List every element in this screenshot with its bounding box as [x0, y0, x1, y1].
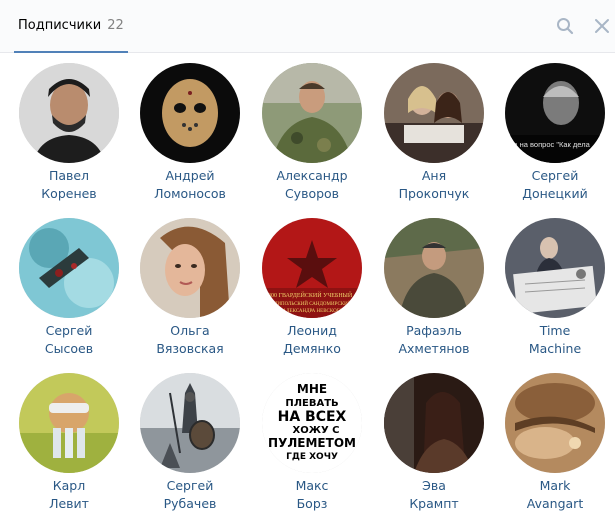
- poster-line4: ХОЖУ С: [293, 425, 340, 436]
- subscriber-first-name: Макс: [295, 478, 329, 493]
- subscriber-last-name: Донецкий: [522, 186, 588, 201]
- subscriber-last-name: Avangart: [526, 496, 584, 511]
- subscriber-last-name: Вязовская: [156, 341, 224, 356]
- avatar[interactable]: [505, 373, 605, 473]
- avatar[interactable]: МНЕ ПЛЕВАТЬ НА ВСЕХ ХОЖУ С ПУЛЕМЕТОМ ГДЕ…: [262, 373, 362, 473]
- subscriber-card[interactable]: да на вопрос "Как дела Сергей Донецкий: [495, 53, 615, 213]
- subscriber-card[interactable]: МНЕ ПЛЕВАТЬ НА ВСЕХ ХОЖУ С ПУЛЕМЕТОМ ГДЕ…: [252, 363, 372, 523]
- subscriber-first-name: Сергей: [166, 478, 214, 493]
- subscriber-card[interactable]: Аня Прокопчук: [374, 53, 494, 213]
- subscriber-card[interactable]: Time Machine: [495, 208, 615, 368]
- subscriber-last-name: Коренев: [41, 186, 97, 201]
- subscribers-header: Подписчики 22: [0, 0, 615, 53]
- subscriber-last-name: Борз: [296, 496, 328, 511]
- subscriber-card[interactable]: 300 ГВАРДЕЙСКИЙ УЧЕБНЫЙ ГАЛИПОЛЬСКИЙ САНД…: [252, 208, 372, 368]
- poster-line3: НА ВСЕХ: [278, 409, 347, 425]
- subscriber-last-name: Ахметянов: [398, 341, 470, 356]
- avatar[interactable]: [140, 373, 240, 473]
- subscriber-last-name: Machine: [528, 341, 582, 356]
- subscriber-last-name: Ломоносов: [154, 186, 226, 201]
- avatar[interactable]: [19, 218, 119, 318]
- tab-subscribers[interactable]: Подписчики 22: [14, 0, 128, 53]
- close-icon[interactable]: [592, 16, 612, 36]
- avatar[interactable]: [19, 373, 119, 473]
- subscriber-card[interactable]: Карл Левит: [9, 363, 129, 523]
- poster-line5: ПУЛЕМЕТОМ: [268, 436, 356, 450]
- subscriber-first-name: Александр: [276, 168, 348, 183]
- subscriber-card[interactable]: Ольга Вязовская: [130, 208, 250, 368]
- subscriber-first-name: Сергей: [45, 323, 93, 338]
- subscribers-count: 22: [107, 18, 124, 33]
- poster-line1: МНЕ: [297, 382, 327, 396]
- avatar[interactable]: [140, 218, 240, 318]
- subscriber-card[interactable]: Эва Крампт: [374, 363, 494, 523]
- subscriber-last-name: Крампт: [409, 496, 459, 511]
- subscriber-first-name: Ольга: [170, 323, 210, 338]
- subscriber-card[interactable]: Павел Коренев: [9, 53, 129, 213]
- poster-line2: ПЛЕВАТЬ: [285, 398, 338, 409]
- subscriber-first-name: Андрей: [165, 168, 215, 183]
- subscriber-first-name: Mark: [539, 478, 571, 493]
- subscriber-last-name: Сысоев: [44, 341, 94, 356]
- subscriber-first-name: Сергей: [531, 168, 579, 183]
- avatar[interactable]: [384, 373, 484, 473]
- subscriber-card[interactable]: Александр Суворов: [252, 53, 372, 213]
- subscriber-last-name: Суворов: [284, 186, 340, 201]
- avatar[interactable]: [384, 63, 484, 163]
- subscriber-first-name: Time: [539, 323, 571, 338]
- subscriber-first-name: Павел: [48, 168, 90, 183]
- poster-line6: ГДЕ ХОЧУ: [286, 452, 338, 462]
- avatar[interactable]: [140, 63, 240, 163]
- banner-line2: ГАЛИПОЛЬСКИЙ САНДОМИРСКИЙ: [268, 301, 352, 307]
- search-icon[interactable]: [555, 16, 575, 36]
- subscriber-first-name: Карл: [52, 478, 86, 493]
- subscriber-last-name: Рубачев: [163, 496, 217, 511]
- subscriber-card[interactable]: Mark Avangart: [495, 363, 615, 523]
- subscriber-first-name: Эва: [422, 478, 446, 493]
- tab-label: Подписчики: [18, 18, 102, 33]
- banner-line1: 300 ГВАРДЕЙСКИЙ УЧЕБНЫЙ: [268, 291, 353, 299]
- avatar[interactable]: [262, 63, 362, 163]
- subscriber-first-name: Рафаэль: [406, 323, 462, 338]
- subscriber-card[interactable]: Сергей Рубачев: [130, 363, 250, 523]
- subscriber-card[interactable]: Андрей Ломоносов: [130, 53, 250, 213]
- donetsky-caption: да на вопрос "Как дела: [509, 140, 591, 149]
- subscriber-last-name: Прокопчук: [398, 186, 470, 201]
- subscriber-card[interactable]: Рафаэль Ахметянов: [374, 208, 494, 368]
- subscriber-card[interactable]: Сергей Сысоев: [9, 208, 129, 368]
- avatar[interactable]: да на вопрос "Как дела: [505, 63, 605, 163]
- subscriber-first-name: Аня: [421, 168, 447, 183]
- subscriber-last-name: Левит: [49, 496, 89, 511]
- banner-line3: ИМ. АЛЕКСАНДРА НЕВСКОГО: [272, 309, 343, 314]
- avatar[interactable]: 300 ГВАРДЕЙСКИЙ УЧЕБНЫЙ ГАЛИПОЛЬСКИЙ САНД…: [262, 218, 362, 318]
- avatar[interactable]: [505, 218, 605, 318]
- avatar[interactable]: [384, 218, 484, 318]
- subscriber-last-name: Демянко: [283, 341, 341, 356]
- avatar[interactable]: [19, 63, 119, 163]
- subscriber-first-name: Леонид: [287, 323, 337, 338]
